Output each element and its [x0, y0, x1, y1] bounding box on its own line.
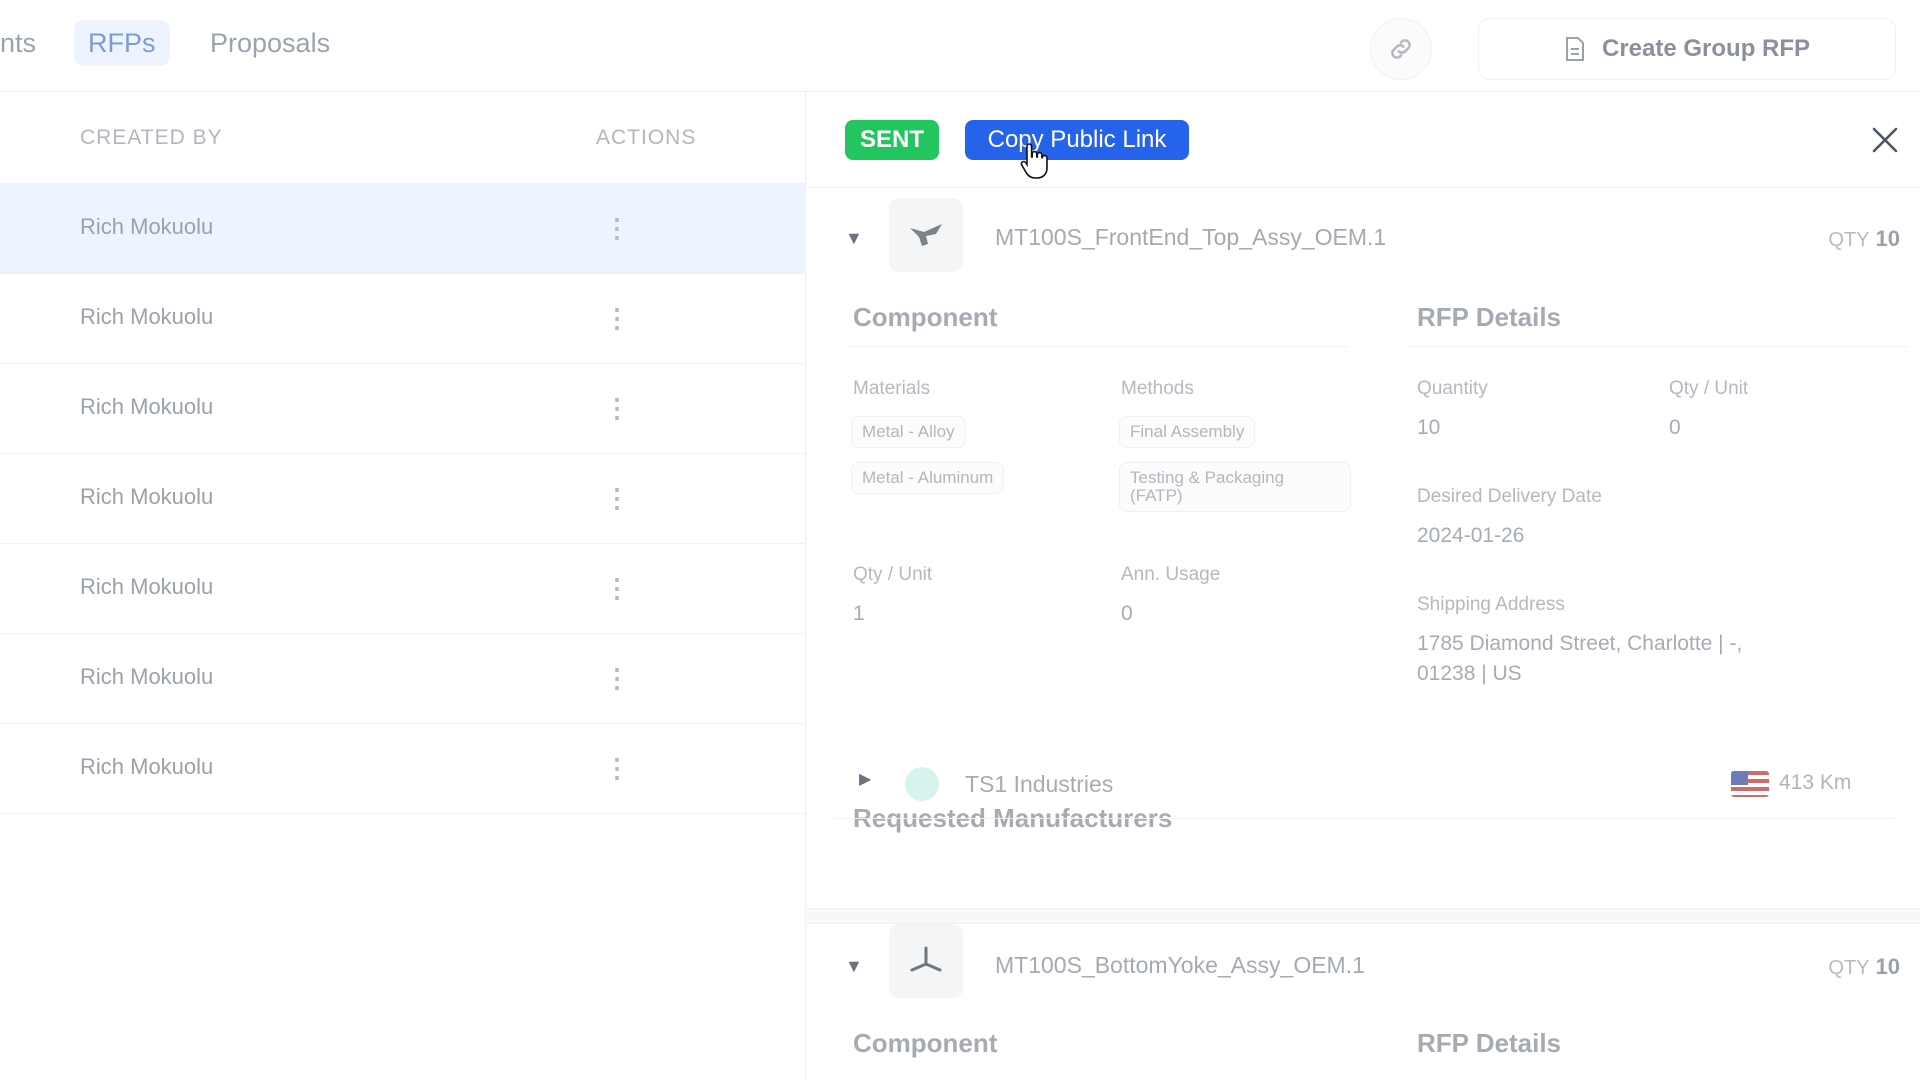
hand-cursor-icon — [1020, 143, 1048, 179]
tab-clients[interactable]: nts — [0, 20, 50, 66]
kebab-menu-icon[interactable]: ⋮ — [604, 300, 630, 336]
part-thumbnail — [889, 924, 963, 998]
rfp-line-item: ▼ MT100S_BottomYoke_Assy_OEM.1 QTY 10 Com… — [807, 924, 1920, 1080]
panel-header: SENT Copy Public Link — [807, 92, 1920, 188]
manufacturer-logo — [905, 767, 939, 801]
top-navigation-bar: nts RFPs Proposals Create Group RFP — [0, 0, 1920, 92]
annual-usage-label: Ann. Usage — [1121, 564, 1221, 585]
part-model-icon — [910, 946, 942, 972]
row-created-by: Rich Mokuolu — [80, 214, 214, 239]
part-model-icon — [910, 224, 942, 246]
row-created-by: Rich Mokuolu — [80, 304, 214, 329]
row-created-by: Rich Mokuolu — [80, 754, 214, 779]
table-header: CREATED BY ACTIONS — [0, 92, 806, 184]
table-row[interactable]: Rich Mokuolu ⋮ — [0, 544, 806, 634]
qty-label: QTY — [1828, 229, 1870, 251]
table-row[interactable]: Rich Mokuolu ⋮ — [0, 184, 806, 274]
qty-value: 10 — [1875, 954, 1900, 979]
column-header-actions: ACTIONS — [596, 126, 697, 149]
rfp-qty-unit-label: Qty / Unit — [1669, 378, 1749, 399]
close-icon — [1872, 127, 1898, 153]
status-badge: SENT — [845, 120, 940, 160]
shipping-address-line2: 01238 | US — [1417, 662, 1522, 685]
material-chip: Metal - Alloy — [851, 416, 966, 448]
kebab-menu-icon[interactable]: ⋮ — [604, 480, 630, 516]
qty-label: QTY — [1828, 957, 1870, 979]
rfp-details-section-title: RFP Details — [1417, 302, 1562, 332]
divider — [847, 346, 1347, 347]
methods-label: Methods — [1121, 378, 1194, 399]
link-icon — [1391, 39, 1411, 59]
expand-caret-icon[interactable]: ▶ — [859, 769, 871, 789]
manufacturer-row[interactable]: ▶ TS1 Industries 413 Km — [835, 747, 1895, 819]
row-created-by: Rich Mokuolu — [80, 664, 214, 689]
column-header-created-by: CREATED BY — [80, 126, 223, 149]
kebab-menu-icon[interactable]: ⋮ — [604, 660, 630, 696]
row-created-by: Rich Mokuolu — [80, 394, 214, 419]
shipping-address-line1: 1785 Diamond Street, Charlotte | -, — [1417, 632, 1743, 655]
tab-rfps[interactable]: RFPs — [74, 20, 170, 66]
copy-link-button[interactable] — [1370, 18, 1432, 80]
item-quantity: QTY 10 — [1828, 226, 1900, 252]
table-row[interactable]: Rich Mokuolu ⋮ — [0, 634, 806, 724]
table-row[interactable]: Rich Mokuolu ⋮ — [0, 274, 806, 364]
part-thumbnail — [889, 198, 963, 272]
component-section-title: Component — [853, 302, 998, 332]
table-row[interactable]: Rich Mokuolu ⋮ — [0, 724, 806, 814]
create-group-rfp-label: Create Group RFP — [1601, 35, 1811, 62]
item-quantity: QTY 10 — [1828, 954, 1900, 980]
qty-unit-value: 1 — [853, 602, 865, 625]
part-name[interactable]: MT100S_FrontEnd_Top_Assy_OEM.1 — [995, 224, 1386, 251]
method-chip: Final Assembly — [1119, 416, 1256, 448]
rfp-qty-unit-value: 0 — [1669, 416, 1681, 439]
qty-value: 10 — [1875, 226, 1900, 251]
kebab-menu-icon[interactable]: ⋮ — [604, 390, 630, 426]
row-created-by: Rich Mokuolu — [80, 574, 214, 599]
shipping-address-label: Shipping Address — [1417, 594, 1565, 615]
component-section-title: Component — [853, 1028, 998, 1058]
material-chip: Metal - Aluminum — [851, 462, 1005, 494]
kebab-menu-icon[interactable]: ⋮ — [604, 570, 630, 606]
quantity-value: 10 — [1417, 416, 1441, 439]
method-chip: Testing & Packaging (FATP) — [1119, 462, 1351, 512]
annual-usage-value: 0 — [1121, 602, 1133, 625]
copy-public-link-button[interactable]: Copy Public Link — [965, 120, 1189, 160]
create-group-rfp-button[interactable]: Create Group RFP — [1478, 18, 1896, 80]
row-created-by: Rich Mokuolu — [80, 484, 214, 509]
close-panel-button[interactable] — [1865, 120, 1905, 160]
item-separator — [807, 908, 1920, 924]
delivery-date-label: Desired Delivery Date — [1417, 486, 1602, 507]
rfp-details-section-title: RFP Details — [1417, 1028, 1562, 1058]
kebab-menu-icon[interactable]: ⋮ — [604, 210, 630, 246]
tab-proposals[interactable]: Proposals — [196, 20, 344, 66]
rfp-table: CREATED BY ACTIONS Rich Mokuolu ⋮ Rich M… — [0, 92, 806, 1080]
collapse-caret-icon[interactable]: ▼ — [845, 956, 863, 977]
document-icon — [1565, 37, 1584, 61]
collapse-caret-icon[interactable]: ▼ — [845, 228, 863, 249]
table-row[interactable]: Rich Mokuolu ⋮ — [0, 454, 806, 544]
manufacturer-name: TS1 Industries — [965, 771, 1114, 797]
us-flag-icon — [1731, 771, 1769, 797]
rfp-detail-panel: SENT Copy Public Link ▼ MT100S_FrontEnd_… — [807, 92, 1920, 1080]
manufacturer-distance: 413 Km — [1779, 771, 1852, 794]
delivery-date-value: 2024-01-26 — [1417, 524, 1525, 547]
part-name[interactable]: MT100S_BottomYoke_Assy_OEM.1 — [995, 952, 1365, 979]
materials-label: Materials — [853, 378, 931, 399]
quantity-label: Quantity — [1417, 378, 1488, 399]
qty-unit-label: Qty / Unit — [853, 564, 933, 585]
kebab-menu-icon[interactable]: ⋮ — [604, 750, 630, 786]
table-row[interactable]: Rich Mokuolu ⋮ — [0, 364, 806, 454]
divider — [1407, 346, 1907, 347]
